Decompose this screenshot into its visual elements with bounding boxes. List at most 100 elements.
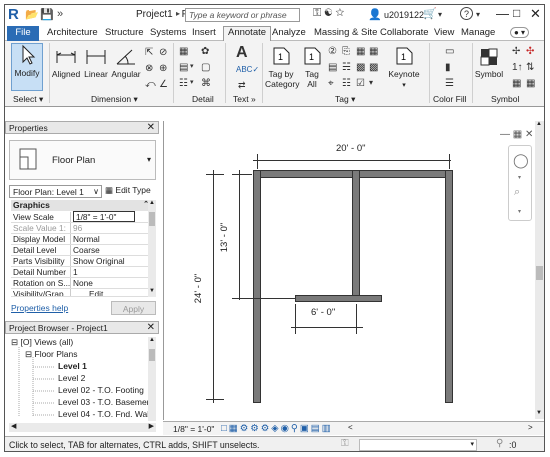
cart-icon[interactable]: 🛒 (423, 7, 437, 20)
stair-path-icon[interactable]: ☷ (342, 78, 351, 89)
drawing-canvas[interactable]: — ▦ ✕ ◯ ▾ ⌕ ▾ ▲ ▼ 20' - 0" 13' - 0" 24' … (163, 121, 544, 420)
edit-vg-button[interactable]: Edit... (89, 289, 110, 296)
scroll-thumb[interactable] (149, 212, 155, 226)
detail-line-icon[interactable]: ▦ (179, 46, 188, 57)
scroll-right-icon[interactable]: ▶ (149, 422, 154, 430)
span-direction-icon[interactable]: ✢ (512, 46, 520, 57)
edit-type-button[interactable]: ▦ Edit Type (105, 185, 151, 196)
tree-node-level-1[interactable]: Level 1 (58, 361, 87, 371)
viewbar-more-icon[interactable]: < (348, 423, 353, 432)
tab-annotate[interactable]: Annotate (223, 26, 272, 42)
graphics-group-header[interactable]: Graphics ⌃ (11, 200, 151, 211)
panel-tag-title[interactable]: Tag ▾ (335, 94, 355, 105)
prop-row-display-model[interactable]: Display Model Normal (11, 234, 151, 245)
prop-row-detail-number[interactable]: Detail Number 1 (11, 267, 151, 278)
diameter-dimension-icon[interactable]: ⊘ (159, 47, 167, 58)
tread-number-icon[interactable]: ▩ (369, 62, 378, 73)
pipe-legend-icon[interactable]: ▮ (445, 62, 451, 73)
infocenter-icons[interactable]: ⚿☯☆ (313, 7, 347, 20)
radial-dimension-icon[interactable]: ⇱ (145, 47, 153, 58)
prop-row-view-scale[interactable]: View Scale 1/8" = 1'-0" (11, 211, 151, 223)
search-input[interactable]: Type a keyword or phrase (185, 8, 300, 22)
browser-hscrollbar[interactable]: ◀ ▶ (9, 423, 156, 432)
open-icon[interactable]: 📂 (25, 8, 39, 21)
view-scale-button[interactable]: 1/8" = 1'-0" (173, 424, 214, 434)
center-partition-wall[interactable] (352, 170, 360, 297)
steering-wheel-icon[interactable]: ◯ (513, 152, 529, 169)
multi-category-icon[interactable]: ⎘ (342, 46, 350, 57)
spot-elevation-icon[interactable]: ⊕ (159, 63, 167, 74)
panel-text-title[interactable]: Text » (233, 94, 256, 104)
type-selector[interactable]: Floor Plan ▾ (9, 140, 156, 180)
left-inner-dimension-text[interactable]: 13' - 0" (219, 223, 230, 252)
tree-node-level-2[interactable]: Level 2 (58, 373, 85, 383)
canvas-scrollbar[interactable]: ▲ ▼ (535, 121, 544, 419)
tab-structure[interactable]: Structure (105, 27, 144, 38)
spot-slope-icon[interactable]: ∠ (159, 79, 168, 90)
insulation-dropdown-icon[interactable]: ▾ (190, 78, 194, 86)
tab-view[interactable]: View (434, 27, 454, 38)
scroll-down-icon[interactable]: ▼ (149, 288, 155, 294)
panel-detail-title[interactable]: Detail (192, 94, 214, 104)
area-tag-icon[interactable]: ▦ (369, 46, 378, 57)
area-reinforcement-icon[interactable]: ⇅ (526, 62, 534, 73)
tab-insert[interactable]: Insert (192, 27, 216, 38)
cart-dropdown-icon[interactable]: ▾ (438, 10, 442, 19)
save-icon[interactable]: 💾 (40, 8, 54, 21)
panel-color-fill-title[interactable]: Color Fill (433, 94, 467, 104)
design-options-dropdown[interactable]: ▾ (359, 439, 477, 451)
user-icon[interactable]: 👤 (368, 8, 382, 21)
tree-node-level-03[interactable]: Level 03 - T.O. Basement S (58, 397, 148, 407)
tree-node-level-02[interactable]: Level 02 - T.O. Footing (58, 385, 144, 395)
zoom-dropdown-icon[interactable]: ▾ (518, 208, 521, 215)
prop-row-parts-visibility[interactable]: Parts Visibility Show Original (11, 256, 151, 267)
left-wall[interactable] (253, 170, 261, 403)
tab-manage[interactable]: Manage (461, 27, 495, 38)
detail-group-icon[interactable]: ⌘ (201, 78, 211, 89)
browser-scrollbar[interactable]: ▲ (148, 337, 156, 421)
prop-row-rotation[interactable]: Rotation on S... None (11, 278, 151, 289)
tree-node-level-04[interactable]: Level 04 - T.O. Fnd. Wall (58, 409, 148, 419)
scroll-left-icon[interactable]: ◀ (11, 422, 16, 430)
apply-button[interactable]: Apply (111, 301, 156, 315)
more-commands-icon[interactable]: » (57, 8, 63, 20)
scroll-up-icon[interactable]: ▲ (536, 121, 542, 127)
tag-by-category-button[interactable]: 1 Tag by Category (265, 45, 300, 89)
component-icon[interactable]: ▤ (179, 62, 188, 73)
insulation-icon[interactable]: ☷ (179, 78, 188, 89)
prop-row-visibility-graphics[interactable]: Visibility/Grap... Edit... (11, 289, 151, 297)
space-tag-icon[interactable]: ☵ (342, 62, 351, 73)
component-dropdown-icon[interactable]: ▾ (190, 62, 194, 70)
panel-symbol-title[interactable]: Symbol (491, 94, 519, 104)
properties-close-icon[interactable]: ✕ (147, 122, 155, 133)
tag-dropdown-icon[interactable]: ▾ (369, 78, 373, 87)
room-tag-icon[interactable]: ▤ (328, 62, 337, 73)
material-tag-icon[interactable]: ▦ (356, 46, 365, 57)
revit-logo-button[interactable]: R (8, 6, 19, 23)
tab-file[interactable]: File (7, 26, 39, 41)
left-overall-dimension-text[interactable]: 24' - 0" (193, 274, 204, 303)
tab-architecture[interactable]: Architecture (47, 27, 98, 38)
beam-symbol-icon[interactable]: ✣ (526, 46, 534, 57)
view-reference-icon[interactable]: ▩ (356, 62, 365, 73)
zoom-region-icon[interactable]: ⌕ (514, 186, 520, 199)
nav-dropdown-icon[interactable]: ▾ (518, 174, 521, 181)
keynote-button[interactable]: 1 Keynote ▾ (387, 45, 421, 89)
view-window-controls[interactable]: — ▦ ✕ (500, 129, 533, 140)
worksets-icon[interactable]: ⚿ (341, 438, 349, 449)
help-dropdown-icon[interactable]: ▾ (476, 10, 480, 19)
tag-all-button[interactable]: 1 Tag All (299, 45, 325, 89)
scroll-thumb[interactable] (149, 349, 155, 361)
multi-rebar-icon[interactable]: ⌖ (328, 78, 334, 89)
color-fill-legend-icon[interactable]: ☰ (445, 78, 454, 89)
properties-help-link[interactable]: Properties help (11, 303, 68, 313)
maximize-icon[interactable]: □ (513, 6, 520, 20)
arc-length-icon[interactable]: ⊗ (145, 63, 153, 74)
scroll-thumb[interactable] (536, 266, 543, 280)
tab-analyze[interactable]: Analyze (272, 27, 306, 38)
username-label[interactable]: u2019122 (384, 10, 424, 20)
modify-button[interactable]: Modify (11, 43, 43, 91)
panel-select-title[interactable]: Select ▾ (13, 94, 43, 105)
view-control-icons[interactable]: □▦⚙⚙⚙◈◉⚲▣▤▥ (221, 423, 333, 434)
user-keynote-icon[interactable]: ☑ (356, 78, 365, 89)
